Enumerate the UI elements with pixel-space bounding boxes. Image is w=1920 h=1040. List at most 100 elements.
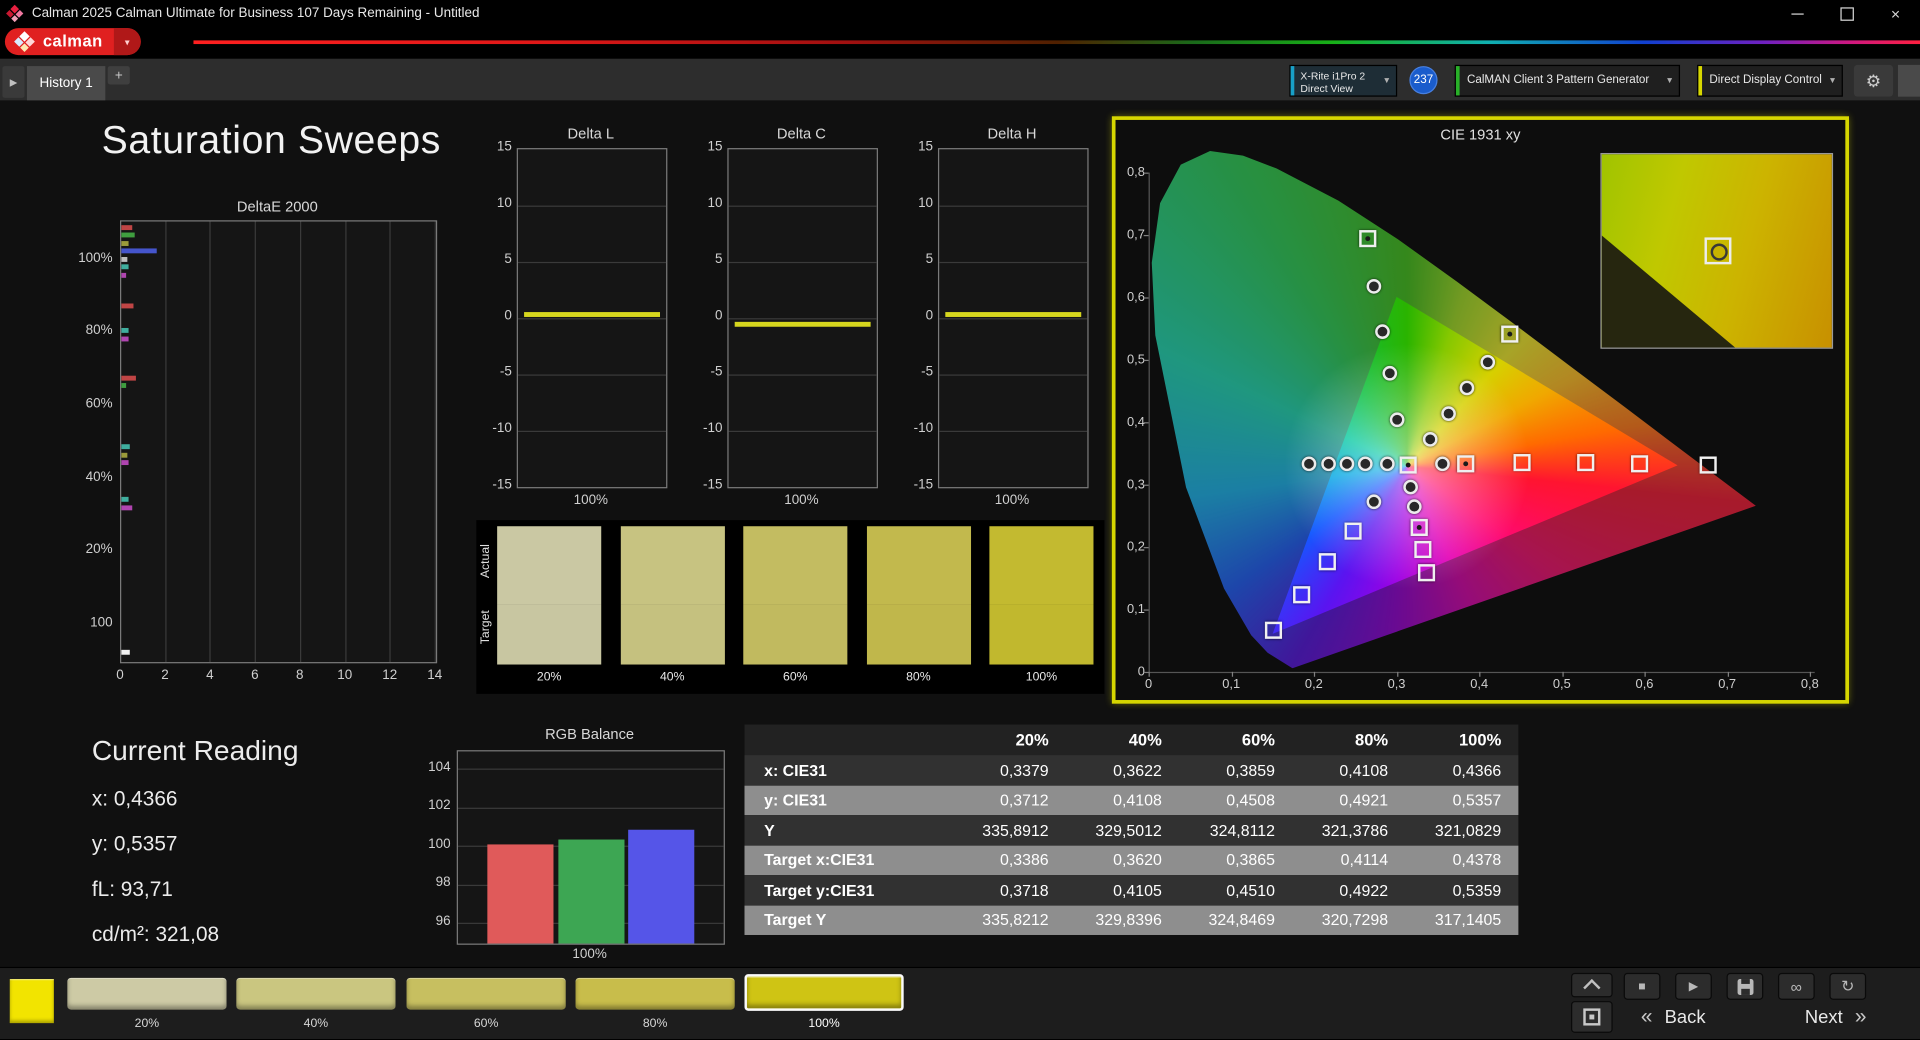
deltae-bar	[121, 232, 135, 238]
table-header-row: 20% 40% 60% 80% 100%	[744, 724, 1519, 756]
calman-logo-text: calman	[42, 31, 103, 51]
saturation-swatch-strip[interactable]: Actual Target 20% 40% 60% 80% 100%	[476, 520, 1105, 694]
cie-1931-panel[interactable]: CIE 1931 xy 0 0,1 0,2 0,3 0,4 0,5 0,6 0,7 0,8 0 0,…	[1111, 116, 1849, 704]
brand-bar: calman ▾	[0, 26, 1920, 59]
cie-y-tick	[1143, 484, 1149, 486]
play-button[interactable]: ▶	[1675, 972, 1712, 1000]
current-pattern-swatch	[9, 979, 54, 1024]
delta-c-chart[interactable]: Delta C 100% 15 10 5 0 -5 -10 -15	[687, 122, 895, 526]
pattern-generator-selector[interactable]: CalMAN Client 3 Pattern Generator ▼	[1454, 64, 1681, 97]
delta-y-tick-label: 0	[714, 308, 723, 324]
gear-icon: ⚙	[1865, 70, 1882, 90]
delta-y-tick-label: 5	[925, 252, 934, 267]
swatch-level-label: 60%	[783, 670, 808, 685]
tab-history-1[interactable]: History 1	[26, 66, 106, 101]
deltae-bar	[121, 649, 131, 655]
refresh-button[interactable]: ↻	[1829, 972, 1867, 1000]
app-icon	[6, 4, 24, 23]
delta-y-tick-label: -15	[702, 477, 723, 492]
calman-menu-button[interactable]: calman ▾	[4, 28, 141, 56]
cie-measured-point	[1434, 456, 1450, 472]
cie-measured-point	[1403, 479, 1418, 494]
delta-gridline	[939, 261, 1088, 263]
save-button[interactable]	[1726, 972, 1764, 1000]
bottom-bar: 20% 40% 60% 80% 100% ■ ▶ ∞ ↻ « Back Next »	[0, 966, 1920, 1040]
delta-gridline	[939, 317, 1088, 319]
pattern-window-button[interactable]	[1571, 1001, 1613, 1033]
cie-y-tick	[1143, 234, 1149, 237]
chart-title: RGB Balance	[545, 725, 635, 743]
swatch-level-label: 20%	[536, 670, 562, 685]
back-label: Back	[1664, 1006, 1706, 1028]
continuous-measure-button[interactable]: ∞	[1777, 972, 1815, 1000]
delta-gridline	[728, 317, 877, 319]
table-row-label: Y	[764, 820, 775, 840]
pattern-patch[interactable]	[744, 974, 904, 1011]
cie-x-tick-label: 0,4	[1470, 676, 1489, 692]
delta-value-line	[524, 312, 661, 318]
cie-x-tick	[1231, 671, 1233, 677]
add-tab-button[interactable]: +	[107, 66, 130, 85]
pattern-patch[interactable]	[67, 977, 227, 1010]
table-cell: 0,3712	[999, 790, 1049, 810]
saturation-swatch	[866, 526, 971, 665]
close-button[interactable]: ×	[1871, 0, 1920, 27]
title-bar: Calman 2025 Calman Ultimate for Business…	[0, 0, 1920, 27]
deltae-bar	[121, 272, 126, 278]
table-cell: 329,8396	[1095, 910, 1162, 930]
deltae-bar	[121, 505, 133, 511]
next-button[interactable]: Next »	[1793, 1001, 1867, 1033]
cie-measured-point	[1321, 456, 1337, 472]
deltae-2000-chart[interactable]: DeltaE 2000 0 2 4 6 8 10 12 14 100% 80% 60% 40% 20% 1…	[47, 193, 469, 707]
cie-point-dot	[1463, 461, 1469, 466]
deltae-x-tick-label: 12	[382, 668, 398, 683]
deltae-bar	[121, 264, 128, 270]
settings-button[interactable]: ⚙	[1853, 64, 1894, 97]
delta-gridline	[517, 373, 667, 376]
cie-measured-point	[1375, 323, 1390, 339]
table-cell: 0,4922	[1339, 880, 1389, 900]
delta-l-chart[interactable]: Delta L 100% 15 10 5 0 -5 -10 -15	[476, 122, 684, 526]
collapse-panel-button[interactable]	[1571, 972, 1613, 998]
cie-measured-point	[1422, 431, 1437, 447]
measurement-table[interactable]: 20% 40% 60% 80% 100% x: CIE31 0,3379 0,3622 0,38…	[744, 724, 1519, 935]
current-reading-panel: Current Reading x: 0,4366 y: 0,5357 fL: …	[92, 734, 299, 968]
display-control-selector[interactable]: Direct Display Control ▼	[1697, 64, 1843, 97]
cie-x-tick-label: 0,3	[1387, 676, 1406, 692]
window-controls: ×	[1773, 0, 1920, 27]
minimize-button[interactable]	[1773, 0, 1822, 27]
rgb-balance-chart[interactable]: RGB Balance 100% 104 102 100 98 96	[416, 726, 747, 971]
back-button[interactable]: « Back	[1641, 1001, 1718, 1033]
deltae-x-tick-label: 14	[427, 668, 443, 683]
side-panel-handle[interactable]	[1897, 64, 1920, 97]
pattern-generator-name: CalMAN Client 3 Pattern Generator	[1466, 73, 1650, 87]
minimize-icon	[1791, 12, 1804, 15]
application-window: Calman 2025 Calman Ultimate for Business…	[0, 0, 1920, 1040]
cie-x-tick-label: 0,5	[1552, 676, 1571, 692]
pattern-patch[interactable]	[236, 977, 396, 1010]
cie-measured-point	[1480, 354, 1495, 370]
deltae-y-tick-label: 100%	[78, 250, 113, 266]
pattern-patch[interactable]	[406, 977, 566, 1010]
chevron-down-icon: ▼	[1828, 77, 1837, 86]
stop-button[interactable]: ■	[1623, 972, 1661, 1000]
pattern-patch[interactable]	[575, 977, 735, 1010]
delta-h-chart[interactable]: Delta H 100% 15 10 5 0 -5 -10 -15	[898, 122, 1106, 526]
maximize-button[interactable]	[1822, 0, 1871, 27]
infinity-icon: ∞	[1790, 977, 1803, 996]
chevron-down-icon[interactable]: ▾	[113, 28, 141, 56]
saturation-swatch	[497, 526, 602, 665]
deltae-x-tick-label: 8	[296, 668, 304, 683]
table-row-label: Target Y	[764, 910, 827, 930]
cie-measured-point	[1366, 494, 1381, 509]
tab-scroll-button[interactable]: ▶	[2, 66, 25, 98]
rgb-y-tick-label: 100	[428, 837, 451, 852]
deltae-y-tick-label: 40%	[85, 469, 113, 485]
table-cell: 0,4108	[1113, 790, 1162, 810]
swatch-actual	[866, 526, 971, 606]
meter-selector[interactable]: X-Rite i1Pro 2 Direct View ▼	[1289, 64, 1398, 97]
meter-count-badge[interactable]: 237	[1409, 66, 1438, 95]
cie-point-dot	[1365, 235, 1371, 241]
cie-measured-point	[1390, 411, 1405, 427]
table-row: y: CIE31 0,3712 0,4108 0,4508 0,4921 0,5357	[744, 785, 1519, 816]
